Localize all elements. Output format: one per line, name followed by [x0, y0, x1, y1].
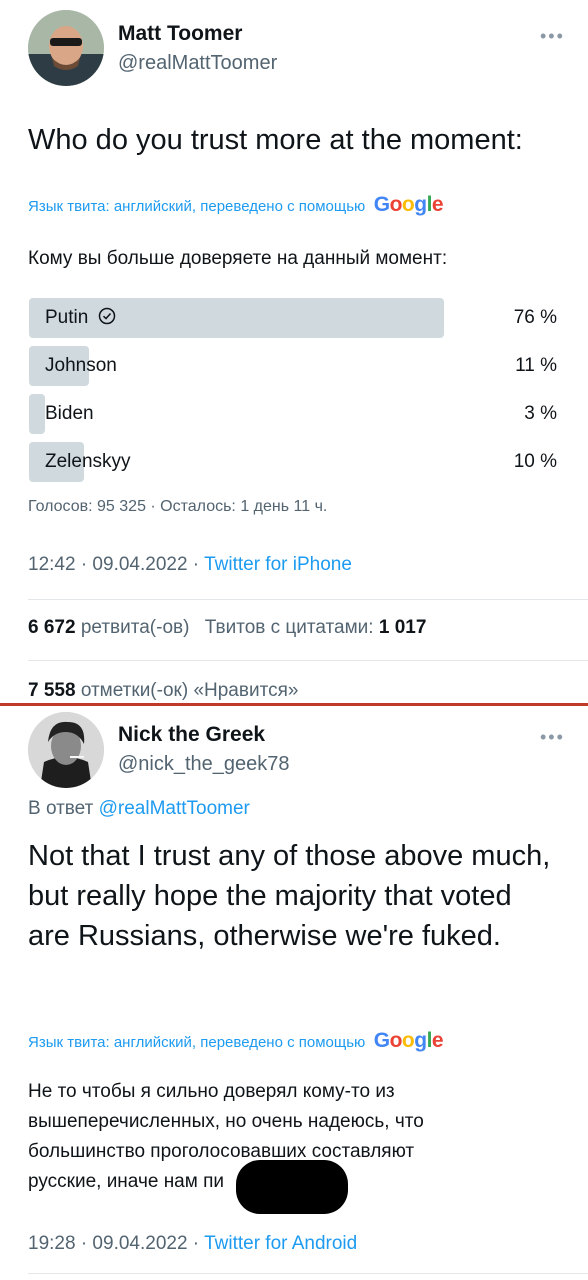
avatar-photo-icon [28, 10, 104, 86]
retweet-count[interactable]: 6 672 [28, 617, 76, 638]
reply-context: В ответ @realMattToomer [28, 798, 250, 820]
translated-line: Не то чтобы я сильно доверял кому-то из [28, 1081, 395, 1102]
google-logo: Google [373, 193, 444, 216]
poll-option-label: Putin [45, 307, 116, 329]
tweet-text: Not that I trust any of those above much… [28, 840, 551, 952]
poll-option-percent: 10 % [513, 451, 557, 472]
avatar[interactable] [28, 712, 104, 788]
censor-redaction [236, 1160, 348, 1214]
google-logo: Google [373, 1029, 444, 1052]
translated-text: Кому вы больше доверяете на данный момен… [28, 248, 448, 269]
author-handle[interactable]: @nick_the_geek78 [118, 753, 290, 776]
source-link[interactable]: Twitter for iPhone [204, 554, 352, 575]
poll-option-percent: 11 % [515, 355, 557, 376]
more-options-icon[interactable]: ••• [540, 26, 565, 47]
like-label[interactable]: отметки(-ок) «Нравится» [81, 680, 299, 701]
poll-option-percent: 3 % [524, 403, 557, 424]
author-name[interactable]: Matt Toomer [118, 22, 242, 46]
poll-option-label: Johnson [45, 355, 117, 376]
poll-option-label: Zelenskyy [45, 451, 131, 472]
translation-note-text: Язык твита: английский, переведено с пом… [28, 1034, 366, 1051]
source-link[interactable]: Twitter for Android [204, 1233, 357, 1254]
reply-prefix: В ответ [28, 798, 99, 819]
like-count[interactable]: 7 558 [28, 680, 76, 701]
divider [28, 599, 588, 600]
avatar-photo-icon [28, 712, 104, 788]
timestamp-text[interactable]: 19:28 · 09.04.2022 · [28, 1233, 204, 1254]
translation-note: Язык твита: английский, переведено с пом… [28, 1029, 444, 1053]
more-options-icon[interactable]: ••• [540, 727, 565, 748]
quote-label[interactable]: Твитов с цитатами: [205, 617, 374, 638]
poll-option-percent: 76 % [513, 307, 557, 328]
poll-option-label: Biden [45, 403, 94, 424]
reply-to-link[interactable]: @realMattToomer [99, 798, 250, 819]
poll-option-johnson: Johnson 11 % [29, 346, 557, 386]
timestamp-text[interactable]: 12:42 · 09.04.2022 · [28, 554, 204, 575]
translation-note: Язык твита: английский, переведено с пом… [28, 193, 444, 217]
poll-summary: Голосов: 95 325 · Осталось: 1 день 11 ч. [28, 498, 328, 515]
tweet-timestamp: 19:28 · 09.04.2022 · Twitter for Android [28, 1233, 357, 1255]
check-circle-icon [98, 307, 115, 325]
poll-bar [29, 394, 45, 434]
poll-option-putin: Putin 76 % [29, 298, 557, 338]
divider [28, 1273, 588, 1274]
like-stats: 7 558 отметки(-ок) «Нравится» [28, 680, 298, 702]
retweet-label[interactable]: ретвита(-ов) [81, 617, 190, 638]
tweet-text: Who do you trust more at the moment: [28, 124, 523, 156]
tweet-timestamp: 12:42 · 09.04.2022 · Twitter for iPhone [28, 554, 352, 576]
quote-count[interactable]: 1 017 [379, 617, 427, 638]
retweet-stats: 6 672 ретвита(-ов) Твитов с цитатами: 1 … [28, 617, 426, 639]
poll-option-zelenskyy: Zelenskyy 10 % [29, 442, 557, 482]
translated-line: вышеперечисленных, но очень надеюсь, что [28, 1111, 424, 1132]
author-name[interactable]: Nick the Greek [118, 723, 265, 747]
author-handle[interactable]: @realMattToomer [118, 52, 277, 75]
divider [28, 660, 588, 661]
poll-option-biden: Biden 3 % [29, 394, 557, 434]
screenshot-separator [0, 703, 588, 706]
avatar[interactable] [28, 10, 104, 86]
translation-note-text: Язык твита: английский, переведено с пом… [28, 198, 366, 215]
